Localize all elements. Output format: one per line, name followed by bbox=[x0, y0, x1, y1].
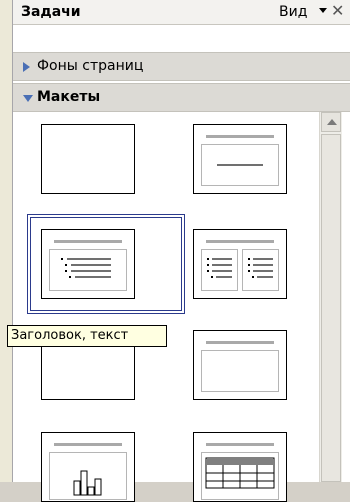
layout-title-bar bbox=[54, 443, 122, 446]
panel-header: Задачи Вид ✕ bbox=[13, 0, 350, 25]
chart-icon bbox=[73, 470, 102, 496]
bullet-icon bbox=[207, 258, 209, 260]
layout-content-frame bbox=[201, 144, 279, 186]
layout-title-bar bbox=[206, 135, 274, 138]
bullet-icon bbox=[248, 264, 250, 266]
layout-content-frame bbox=[49, 452, 127, 500]
section-layouts-label: Макеты bbox=[37, 89, 101, 105]
layout-title-bar bbox=[206, 341, 274, 344]
left-edge bbox=[0, 0, 12, 482]
bullet-icon bbox=[207, 264, 209, 266]
section-backgrounds-label: Фоны страниц bbox=[37, 58, 144, 74]
text-line bbox=[253, 270, 273, 272]
panel-title: Задачи bbox=[21, 4, 81, 20]
triangle-right-icon bbox=[23, 62, 30, 72]
text-line bbox=[253, 264, 273, 266]
layout-title-object[interactable] bbox=[193, 330, 287, 400]
bullet-icon bbox=[211, 276, 213, 278]
layout-title-only[interactable] bbox=[193, 124, 287, 194]
text-line bbox=[212, 270, 232, 272]
vertical-scrollbar[interactable] bbox=[319, 112, 342, 482]
text-line bbox=[257, 276, 273, 278]
layout-title-chart[interactable] bbox=[41, 432, 135, 502]
triangle-down-icon bbox=[23, 95, 33, 102]
scroll-up-button[interactable] bbox=[321, 112, 341, 132]
tasks-panel: Задачи Вид ✕ Фоны страниц Макеты bbox=[13, 0, 350, 502]
table-icon bbox=[205, 457, 275, 489]
layout-selection-frame bbox=[27, 214, 185, 314]
chevron-down-icon[interactable] bbox=[319, 8, 327, 13]
layout-content-frame bbox=[201, 350, 279, 392]
text-line bbox=[212, 264, 232, 266]
bullet-icon bbox=[248, 258, 250, 260]
text-line bbox=[216, 276, 232, 278]
view-menu-button[interactable]: Вид bbox=[279, 4, 307, 20]
text-line bbox=[212, 258, 232, 260]
text-line bbox=[253, 258, 273, 260]
close-icon[interactable]: ✕ bbox=[331, 1, 344, 20]
layout-title-bar bbox=[206, 443, 274, 446]
layout-selection-inner bbox=[30, 217, 182, 311]
section-layouts[interactable]: Макеты bbox=[13, 83, 350, 112]
bullet-icon bbox=[248, 270, 250, 272]
layout-content-frame bbox=[201, 452, 279, 500]
layout-content-frame-left bbox=[201, 249, 238, 291]
layout-tooltip: Заголовок, текст bbox=[7, 325, 167, 347]
layout-title-bar bbox=[206, 240, 274, 243]
layout-title-two-content[interactable] bbox=[193, 229, 287, 299]
bullet-icon bbox=[207, 270, 209, 272]
section-backgrounds[interactable]: Фоны страниц bbox=[13, 52, 350, 81]
arrow-up-icon bbox=[327, 119, 337, 125]
layout-title-table[interactable] bbox=[193, 432, 287, 502]
layout-subtitle-bar bbox=[217, 164, 263, 166]
scroll-thumb[interactable] bbox=[321, 134, 341, 482]
bullet-icon bbox=[252, 276, 254, 278]
layout-content-frame-right bbox=[242, 249, 279, 291]
layout-blank[interactable] bbox=[41, 124, 135, 194]
